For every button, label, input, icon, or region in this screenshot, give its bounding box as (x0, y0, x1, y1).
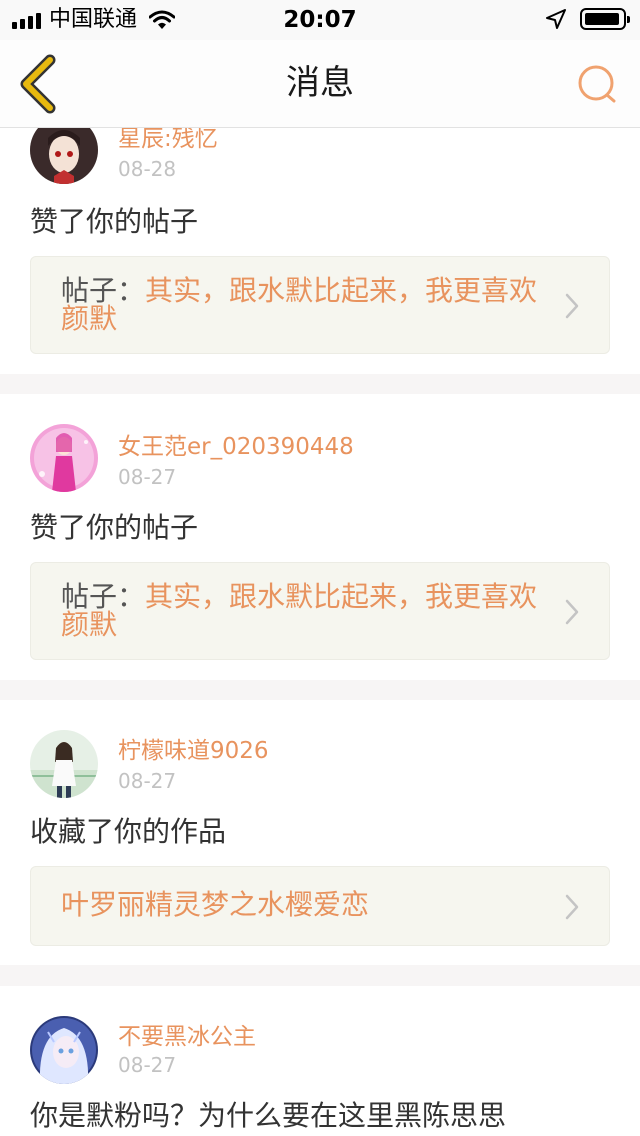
location-arrow-icon (546, 9, 566, 29)
username[interactable]: 女王范er_020390448 (118, 432, 354, 462)
nav-bar: 消息 (0, 40, 640, 128)
battery-icon (580, 8, 630, 30)
message-date: 08-28 (118, 157, 177, 181)
status-bar: 中国联通 20:07 (0, 0, 640, 40)
search-icon (578, 65, 616, 103)
message-action: 你是默粉吗？为什么要在这里黑陈思思 (30, 1099, 507, 1132)
post-reference[interactable]: 叶罗丽精灵梦之水樱爱恋 (30, 866, 610, 946)
message-date: 08-27 (118, 769, 177, 793)
message-list: 星辰:残忆 08-28 赞了你的帖子 帖子：其实，跟水默比起来，我更喜欢颜默 女… (0, 128, 640, 1136)
message-date: 08-27 (118, 1053, 177, 1077)
avatar[interactable] (30, 1016, 98, 1084)
message-action: 赞了你的帖子 (30, 205, 199, 238)
page-title: 消息 (286, 63, 354, 103)
chevron-right-icon (565, 894, 579, 920)
message-card[interactable]: 星辰:残忆 08-28 赞了你的帖子 帖子：其实，跟水默比起来，我更喜欢颜默 (0, 128, 640, 374)
message-card[interactable]: 不要黑冰公主 08-27 你是默粉吗？为什么要在这里黑陈思思 (0, 986, 640, 1136)
avatar[interactable] (30, 730, 98, 798)
message-action: 收藏了你的作品 (30, 815, 227, 848)
message-action: 赞了你的帖子 (30, 511, 199, 544)
username[interactable]: 柠檬味道9026 (118, 736, 269, 766)
username[interactable]: 星辰:残忆 (118, 128, 218, 154)
chevron-right-icon (565, 599, 579, 625)
message-card[interactable]: 柠檬味道9026 08-27 收藏了你的作品 叶罗丽精灵梦之水樱爱恋 (0, 700, 640, 965)
message-card[interactable]: 女王范er_020390448 08-27 赞了你的帖子 帖子：其实，跟水默比起… (0, 394, 640, 680)
reference-title: 叶罗丽精灵梦之水樱爱恋 (61, 888, 370, 921)
clock: 20:07 (283, 7, 357, 33)
post-reference[interactable]: 帖子：其实，跟水默比起来，我更喜欢颜默 (30, 562, 610, 660)
avatar[interactable] (30, 424, 98, 492)
search-button[interactable] (574, 60, 622, 108)
chevron-right-icon (565, 293, 579, 319)
message-date: 08-27 (118, 465, 177, 489)
post-reference[interactable]: 帖子：其实，跟水默比起来，我更喜欢颜默 (30, 256, 610, 354)
avatar[interactable] (30, 128, 98, 184)
username[interactable]: 不要黑冰公主 (118, 1022, 256, 1052)
